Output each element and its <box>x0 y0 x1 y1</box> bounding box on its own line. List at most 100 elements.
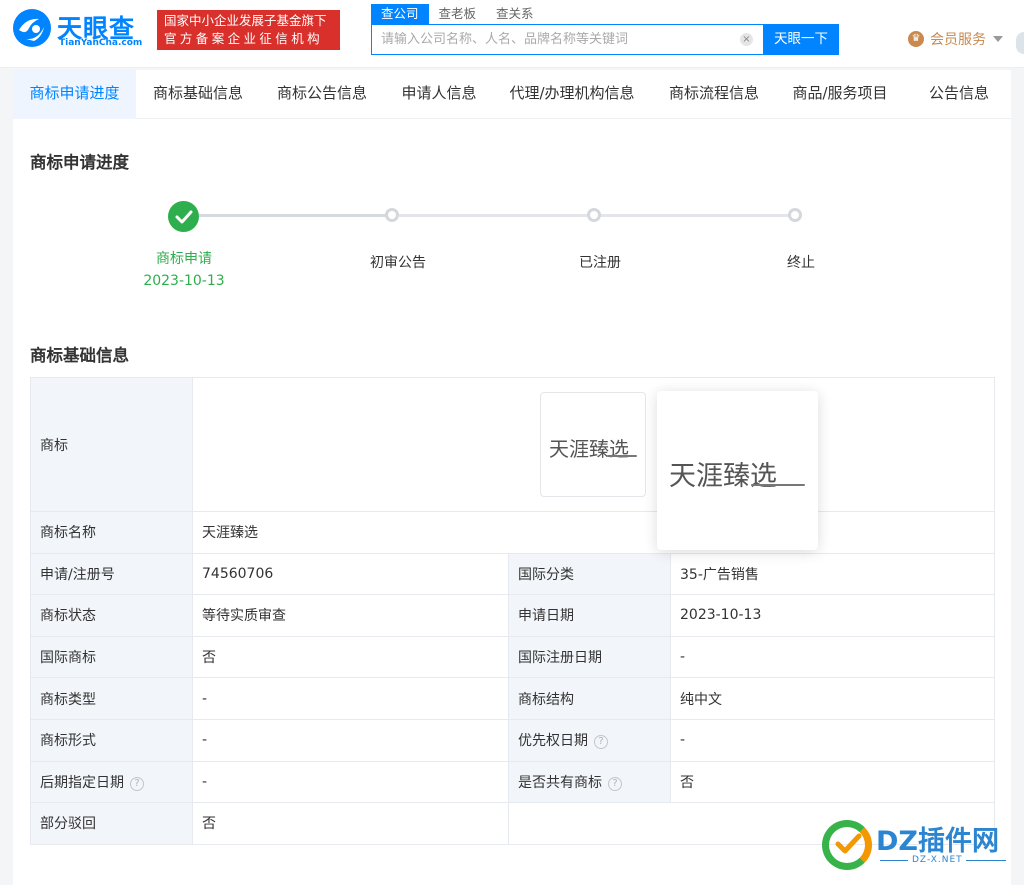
field-value: - <box>192 677 509 720</box>
search-button[interactable]: 天眼一下 <box>763 24 839 55</box>
help-icon[interactable]: ? <box>130 776 144 791</box>
field-value: 74560706 <box>192 552 509 596</box>
step-label-apply: 商标申请 <box>156 251 212 267</box>
logo-eye-icon <box>13 9 51 47</box>
clear-icon[interactable]: × <box>740 33 753 46</box>
step-label-terminated: 终止 <box>787 255 815 271</box>
step-pending-dot <box>385 208 399 222</box>
top-header: 天眼查 TianYanCha.com 国家中小企业发展子基金旗下 官方备案企业征… <box>0 0 1024 68</box>
field-label: 后期指定日期 <box>40 774 124 791</box>
trademark-swash <box>751 484 805 486</box>
gov-badge-line1: 国家中小企业发展子基金旗下 <box>164 13 327 28</box>
tab-goods-services[interactable]: 商品/服务项目 <box>788 70 892 119</box>
table-row: 国际商标 否 国际注册日期 - <box>30 635 996 679</box>
tab-basic-info[interactable]: 商标基础信息 <box>148 70 248 119</box>
field-label: 国际商标 <box>30 635 193 679</box>
trademark-enlarged-preview: 天涯臻选 <box>657 391 818 550</box>
tab-agency-info[interactable]: 代理/办理机构信息 <box>506 70 638 119</box>
step-pending-dot <box>788 208 802 222</box>
vip-label: 会员服务 <box>930 32 986 48</box>
step-label-registered: 已注册 <box>579 255 621 271</box>
field-label: 商标类型 <box>30 677 193 720</box>
table-row: 商标名称 天涯臻选 <box>30 511 996 554</box>
watermark-rule <box>880 860 908 861</box>
field-value: 等待实质审查 <box>192 594 509 637</box>
detail-tabbar: 商标申请进度 商标基础信息 商标公告信息 申请人信息 代理/办理机构信息 商标流… <box>13 70 1011 119</box>
tab-process-info[interactable]: 商标流程信息 <box>664 70 764 119</box>
field-label: 商标结构 <box>508 677 671 720</box>
field-label: 商标名称 <box>30 511 193 554</box>
search-tab-company[interactable]: 查公司 <box>371 4 429 24</box>
search-box: × 天眼一下 <box>371 24 839 55</box>
field-value: 天涯臻选 <box>191 511 996 554</box>
trademark-preview-text: 天涯臻选 <box>669 461 777 492</box>
watermark-logo: DZ插件网 DZ-X.NET <box>820 818 1020 878</box>
field-value: 否 <box>192 802 509 845</box>
trademark-thumbnail[interactable]: 天涯臻选 <box>540 392 646 497</box>
progress-line-3 <box>601 214 789 217</box>
label-logo: 商标 <box>30 377 193 512</box>
field-label: 部分驳回 <box>30 802 193 845</box>
field-value: 2023-10-13 <box>669 594 996 637</box>
step-pending-dot <box>587 208 601 222</box>
table-row: 商标 <box>30 377 996 512</box>
field-value: - <box>192 718 509 762</box>
tab-announcement-info[interactable]: 商标公告信息 <box>272 70 372 119</box>
caret-down-icon <box>993 36 1003 42</box>
gov-badge: 国家中小企业发展子基金旗下 官方备案企业征信机构 <box>157 10 340 50</box>
tab-applicant-info[interactable]: 申请人信息 <box>396 70 482 119</box>
field-value: - <box>192 760 509 804</box>
trademark-thumbnail-text: 天涯臻选 <box>549 437 629 461</box>
step-date-apply: 2023-10-13 <box>143 273 225 289</box>
field-value: 35-广告销售 <box>669 552 996 596</box>
table-row: 商标类型 - 商标结构 纯中文 <box>30 677 996 720</box>
field-label-with-help: 优先权日期? <box>508 718 671 762</box>
progress-line-2 <box>399 214 587 217</box>
gov-badge-line2: 官方备案企业征信机构 <box>164 31 324 46</box>
search-type-tabs: 查公司 查老板 查关系 <box>371 4 544 24</box>
progress-line-1 <box>199 214 387 217</box>
field-label: 国际注册日期 <box>508 635 671 679</box>
field-value: 否 <box>192 635 509 679</box>
tab-notice-info[interactable]: 公告信息 <box>922 70 996 119</box>
field-value: - <box>669 718 996 762</box>
table-row: 后期指定日期? - 是否共有商标? 否 <box>30 760 996 804</box>
side-panel-handle[interactable] <box>1016 32 1024 54</box>
table-row: 申请/注册号 74560706 国际分类 35-广告销售 <box>30 552 996 596</box>
trademark-detail-card: 商标申请进度 商标基础信息 商标公告信息 申请人信息 代理/办理机构信息 商标流… <box>13 70 1011 885</box>
field-value: 纯中文 <box>669 677 996 720</box>
field-label: 是否共有商标 <box>518 774 602 791</box>
table-row: 商标状态 等待实质审查 申请日期 2023-10-13 <box>30 594 996 637</box>
field-label: 商标状态 <box>30 594 193 637</box>
vip-service-menu[interactable]: ♛ 会员服务 <box>908 30 1003 48</box>
help-icon[interactable]: ? <box>608 776 622 791</box>
crown-icon: ♛ <box>908 31 924 47</box>
watermark-checkmark-icon <box>835 833 862 854</box>
basic-section-title: 商标基础信息 <box>30 346 129 365</box>
basic-info-table: 商标 商标名称 天涯臻选 申请/注册号 74560706 国际分类 35-广告销… <box>30 377 996 845</box>
step-done-check-icon <box>168 201 199 232</box>
search-tab-relation[interactable]: 查关系 <box>486 4 544 24</box>
field-label: 申请日期 <box>508 594 671 637</box>
field-label: 国际分类 <box>508 552 671 596</box>
field-label: 商标形式 <box>30 718 193 762</box>
tianyancha-logo[interactable]: 天眼查 TianYanCha.com <box>12 8 148 52</box>
logo-domain: TianYanCha.com <box>59 38 143 48</box>
search-input[interactable] <box>372 25 737 54</box>
table-row: 商标形式 - 优先权日期? - <box>30 718 996 762</box>
field-label-with-help: 后期指定日期? <box>30 760 193 804</box>
field-value: 否 <box>669 760 996 804</box>
watermark-text: DZ插件网 <box>876 826 999 857</box>
field-label: 优先权日期 <box>518 733 588 750</box>
watermark-url: DZ-X.NET <box>912 855 963 865</box>
field-value: - <box>669 635 996 679</box>
search-tab-boss[interactable]: 查老板 <box>429 4 487 24</box>
field-label-with-help: 是否共有商标? <box>508 760 671 804</box>
watermark-rule <box>966 860 1006 861</box>
help-icon[interactable]: ? <box>594 735 608 750</box>
field-label: 申请/注册号 <box>30 552 193 596</box>
trademark-swash <box>607 455 637 457</box>
tab-application-progress[interactable]: 商标申请进度 <box>13 70 136 119</box>
progress-section-title: 商标申请进度 <box>30 153 129 172</box>
step-label-preliminary: 初审公告 <box>370 255 426 271</box>
